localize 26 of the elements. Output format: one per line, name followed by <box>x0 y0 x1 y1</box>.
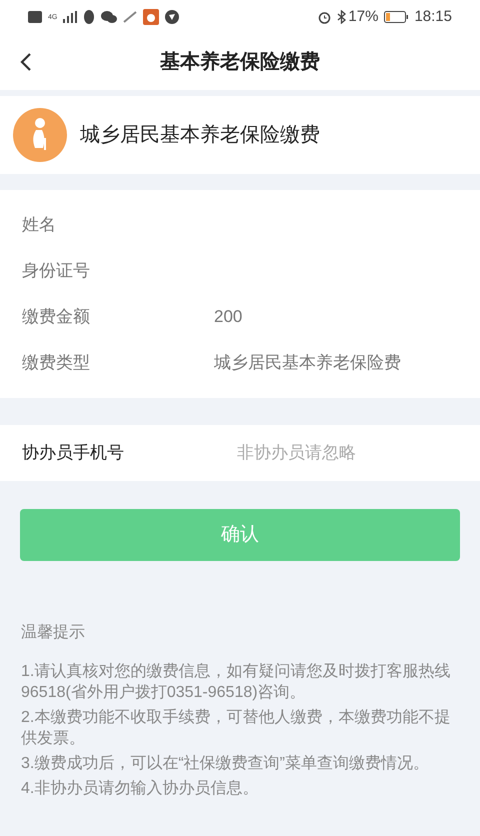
tips-title: 温馨提示 <box>21 622 86 643</box>
chat-icon <box>101 11 117 23</box>
clock: 18:15 <box>414 6 452 27</box>
battery-percent: 17% <box>348 6 378 27</box>
alarm-icon <box>318 10 332 24</box>
field-label: 缴费类型 <box>22 352 91 374</box>
confirm-button[interactable]: 确认 <box>20 509 460 561</box>
service-name: 城乡居民基本养老保险缴费 <box>80 123 320 148</box>
signal-icon <box>63 11 77 23</box>
tip-text: 4.非协办员请勿输入协办员信息。 <box>21 778 260 799</box>
field-value: 城乡居民基本养老保险费 <box>214 352 401 374</box>
field-value: 200 <box>214 306 242 328</box>
tip-text: 3.缴费成功后，可以在“社保缴费查询”菜单查询缴费情况。 <box>21 754 430 774</box>
page-title: 基本养老保险缴费 <box>160 50 320 75</box>
field-label: 协办员手机号 <box>22 442 125 464</box>
field-label: 姓名 <box>22 214 57 236</box>
phone-input-field[interactable]: 非协办员请忽略 <box>237 440 458 466</box>
bluetooth-icon <box>337 10 346 24</box>
battery-icon <box>384 11 408 23</box>
elderly-person-icon <box>13 108 67 162</box>
field-label: 身份证号 <box>22 260 91 282</box>
field-label: 缴费金额 <box>22 306 91 328</box>
location-icon <box>165 10 179 24</box>
tip-text: 1.请认真核对您的缴费信息，如有疑问请您及时拨打客服热线96518(省外用户拨打0351-96518)咨询。 <box>21 662 451 703</box>
tip-text: 2.本缴费功能不收取手续费，可替他人缴费，本缴费功能不提供发票。 <box>21 708 451 749</box>
back-icon <box>20 52 32 72</box>
